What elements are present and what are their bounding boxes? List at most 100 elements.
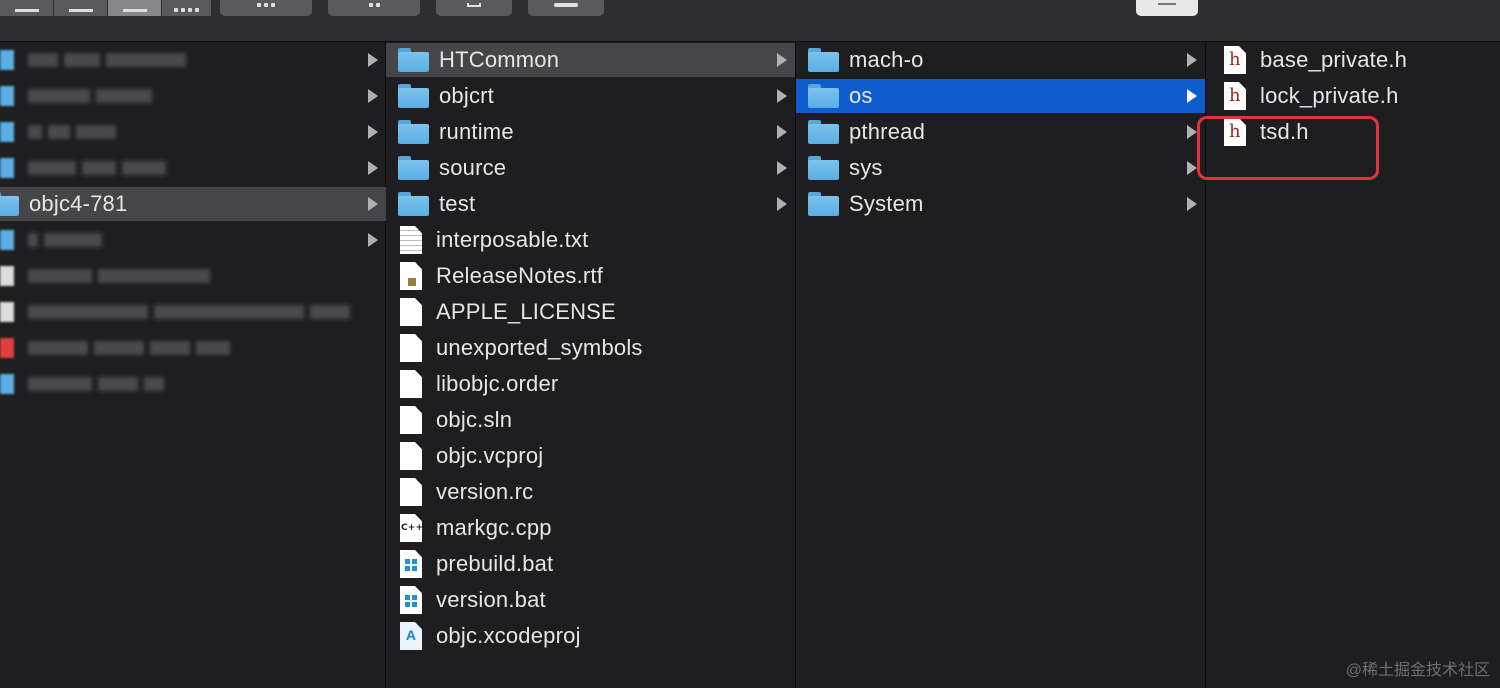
item-label: ReleaseNotes.rtf bbox=[436, 263, 604, 288]
xcode-project-icon bbox=[400, 622, 422, 650]
share-button[interactable] bbox=[436, 0, 512, 16]
item-label: markgc.cpp bbox=[436, 515, 552, 540]
list-item-objc-xcodeproj[interactable]: objc.xcodeproj bbox=[386, 619, 795, 653]
list-item-tsd-h[interactable]: tsd.h bbox=[1206, 115, 1500, 149]
list-item[interactable] bbox=[0, 43, 378, 77]
item-label: sys bbox=[849, 155, 883, 180]
list-item[interactable] bbox=[0, 259, 216, 293]
folder-icon bbox=[808, 192, 839, 216]
list-item-version-bat[interactable]: version.bat bbox=[386, 583, 795, 617]
list-item-apple-license[interactable]: APPLE_LICENSE bbox=[386, 295, 795, 329]
group-button[interactable] bbox=[220, 0, 312, 16]
column-view-icon bbox=[122, 9, 147, 12]
item-label: unexported_symbols bbox=[436, 335, 643, 360]
list-view-icon bbox=[68, 9, 93, 12]
folder-icon bbox=[0, 86, 14, 106]
watermark: @稀土掘金技术社区 bbox=[1345, 662, 1490, 679]
list-item-objc-vcproj[interactable]: objc.vcproj bbox=[386, 439, 795, 473]
list-item-objcrt[interactable]: objcrt bbox=[386, 79, 795, 113]
item-label: APPLE_LICENSE bbox=[436, 299, 616, 324]
list-item-system[interactable]: System bbox=[796, 187, 1205, 221]
chevron-right-icon bbox=[777, 53, 787, 67]
tag-button[interactable] bbox=[528, 0, 604, 16]
column-view-button[interactable] bbox=[108, 0, 162, 16]
folder-icon bbox=[808, 156, 839, 180]
folder-icon bbox=[398, 48, 429, 72]
gear-icon bbox=[368, 3, 380, 7]
windows-batch-file-icon bbox=[400, 550, 422, 578]
header-file-icon bbox=[1224, 46, 1246, 74]
folder-icon bbox=[0, 192, 19, 216]
item-label: runtime bbox=[439, 119, 514, 144]
item-label: objcrt bbox=[439, 83, 494, 108]
document-icon bbox=[400, 298, 422, 326]
file-icon bbox=[0, 302, 14, 322]
list-item-prebuild-bat[interactable]: prebuild.bat bbox=[386, 547, 795, 581]
gallery-view-button[interactable] bbox=[162, 0, 212, 16]
list-item[interactable] bbox=[0, 223, 378, 257]
folder-icon bbox=[808, 120, 839, 144]
action-button[interactable] bbox=[328, 0, 420, 16]
chevron-right-icon bbox=[1187, 197, 1197, 211]
chevron-right-icon bbox=[777, 197, 787, 211]
chevron-right-icon bbox=[777, 89, 787, 103]
chevron-right-icon bbox=[777, 161, 787, 175]
list-item-base-private-h[interactable]: base_private.h bbox=[1206, 43, 1500, 77]
chevron-right-icon bbox=[1187, 125, 1197, 139]
list-item-unexported-symbols[interactable]: unexported_symbols bbox=[386, 331, 795, 365]
item-label: os bbox=[849, 83, 873, 108]
item-label: source bbox=[439, 155, 507, 180]
folder-icon bbox=[0, 158, 14, 178]
item-label: HTCommon bbox=[439, 47, 560, 72]
list-item[interactable] bbox=[0, 151, 378, 185]
column-3[interactable]: mach-o os pthread sys System bbox=[796, 42, 1206, 688]
list-item[interactable] bbox=[0, 367, 170, 401]
column-2[interactable]: HTCommon objcrt runtime source test interposa… bbox=[386, 42, 796, 688]
view-mode-segmented-control[interactable] bbox=[0, 0, 212, 16]
list-item-runtime[interactable]: runtime bbox=[386, 115, 795, 149]
list-item[interactable] bbox=[0, 115, 378, 149]
list-item-os[interactable]: os bbox=[796, 79, 1205, 113]
file-icon bbox=[0, 266, 14, 286]
list-item-source[interactable]: source bbox=[386, 151, 795, 185]
item-label: base_private.h bbox=[1260, 47, 1408, 72]
list-item[interactable] bbox=[0, 331, 236, 365]
list-item-lock-private-h[interactable]: lock_private.h bbox=[1206, 79, 1500, 113]
column-1[interactable]: objc4-781 bbox=[0, 42, 386, 688]
folder-icon bbox=[0, 230, 14, 250]
chevron-right-icon bbox=[1187, 161, 1197, 175]
list-item-objc4-781[interactable]: objc4-781 bbox=[0, 187, 386, 221]
list-item-version-rc[interactable]: version.rc bbox=[386, 475, 795, 509]
item-label: pthread bbox=[849, 119, 926, 144]
list-view-button[interactable] bbox=[54, 0, 108, 16]
list-item-htcommon[interactable]: HTCommon bbox=[386, 43, 795, 77]
document-icon bbox=[400, 478, 422, 506]
list-item-pthread[interactable]: pthread bbox=[796, 115, 1205, 149]
search-field[interactable] bbox=[1136, 0, 1198, 16]
item-label: version.rc bbox=[436, 479, 534, 504]
icon-view-button[interactable] bbox=[0, 0, 54, 16]
list-item[interactable] bbox=[0, 79, 378, 113]
document-icon bbox=[400, 334, 422, 362]
tag-icon bbox=[554, 3, 578, 7]
share-icon bbox=[467, 3, 481, 7]
list-item-mach-o[interactable]: mach-o bbox=[796, 43, 1205, 77]
list-item-libobjc-order[interactable]: libobjc.order bbox=[386, 367, 795, 401]
list-item-interposable-txt[interactable]: interposable.txt bbox=[386, 223, 795, 257]
item-label: objc.xcodeproj bbox=[436, 623, 581, 648]
list-item[interactable] bbox=[0, 295, 356, 329]
list-item-markgc-cpp[interactable]: markgc.cpp bbox=[386, 511, 795, 545]
gallery-view-icon bbox=[174, 8, 199, 12]
header-file-icon bbox=[1224, 82, 1246, 110]
search-icon bbox=[1158, 3, 1176, 5]
list-item-test[interactable]: test bbox=[386, 187, 795, 221]
item-label: test bbox=[439, 191, 476, 216]
list-item-sys[interactable]: sys bbox=[796, 151, 1205, 185]
folder-icon bbox=[398, 120, 429, 144]
list-item-objc-sln[interactable]: objc.sln bbox=[386, 403, 795, 437]
folder-icon bbox=[808, 84, 839, 108]
item-label: version.bat bbox=[436, 587, 546, 612]
list-item-releasenotes-rtf[interactable]: ReleaseNotes.rtf bbox=[386, 259, 795, 293]
document-icon bbox=[400, 442, 422, 470]
column-4[interactable]: base_private.h lock_private.h tsd.h bbox=[1206, 42, 1500, 688]
